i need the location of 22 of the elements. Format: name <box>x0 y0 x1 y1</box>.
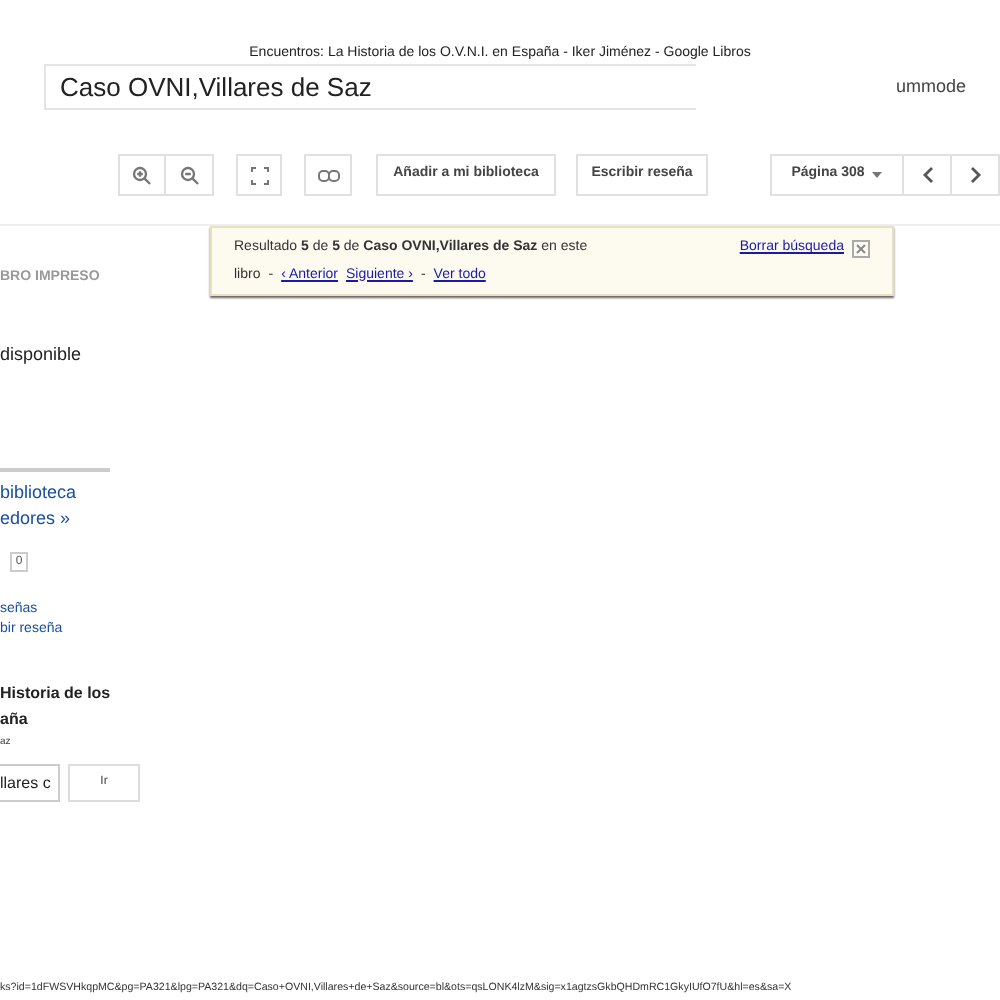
fullscreen-icon <box>249 165 269 185</box>
close-icon[interactable] <box>852 239 870 258</box>
chevron-left-icon <box>921 166 933 184</box>
zoom-out-button[interactable] <box>166 154 214 196</box>
book-title: Historia de los <box>0 682 111 706</box>
chevron-right-icon <box>969 166 981 184</box>
zoom-out-icon <box>179 165 199 185</box>
link-icon <box>317 169 339 181</box>
availability-text: disponible <box>0 341 84 368</box>
book-title: aña <box>0 708 28 732</box>
zoom-in-icon <box>132 165 152 185</box>
book-search-field[interactable]: llares c <box>0 763 60 801</box>
fullscreen-button[interactable] <box>236 154 282 196</box>
sidebar-link[interactable]: biblioteca <box>0 480 77 506</box>
sidebar-link[interactable]: edores » <box>0 506 71 532</box>
search-field[interactable]: Caso OVNI,Villares de Saz <box>44 64 696 110</box>
previous-page-button[interactable] <box>904 154 952 196</box>
link-button[interactable] <box>304 154 352 196</box>
dropdown-icon <box>872 172 883 178</box>
next-page-button[interactable] <box>952 154 1000 196</box>
zoom-in-button[interactable] <box>118 154 166 196</box>
account-name[interactable]: ummode <box>896 73 1000 101</box>
